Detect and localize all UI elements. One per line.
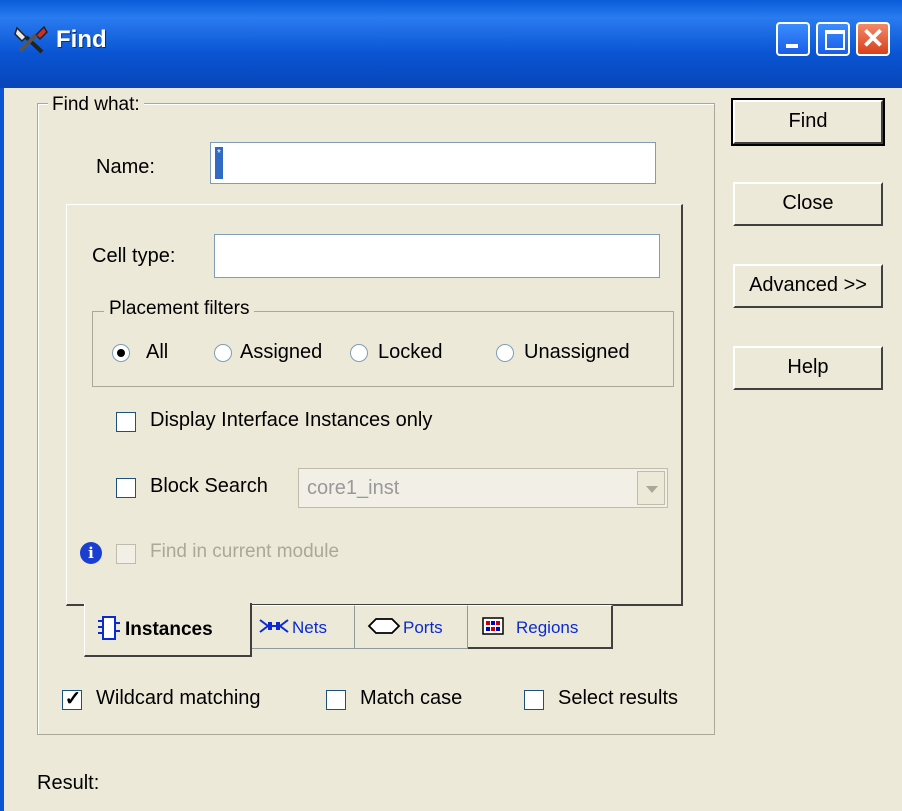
tab-nets[interactable]: Nets	[251, 605, 355, 649]
maximize-icon	[825, 30, 845, 50]
cell-type-label: Cell type:	[92, 245, 176, 267]
radio-unassigned-label[interactable]: Unassigned	[524, 341, 630, 364]
tab-regions-label: Regions	[516, 618, 579, 637]
maximize-button[interactable]	[816, 22, 850, 56]
radio-assigned[interactable]	[214, 344, 232, 362]
find-button[interactable]: Find	[731, 98, 885, 146]
radio-locked[interactable]	[350, 344, 368, 362]
window-border	[0, 88, 4, 811]
tab-instances-label: Instances	[125, 619, 213, 640]
radio-locked-label[interactable]: Locked	[378, 341, 443, 364]
info-icon: i	[80, 542, 102, 564]
title-bar[interactable]: Find ✕	[0, 0, 902, 88]
net-icon	[259, 619, 289, 633]
radio-all-label[interactable]: All	[146, 341, 168, 364]
name-label: Name:	[96, 156, 155, 178]
region-icon	[482, 617, 504, 635]
tab-regions[interactable]: Regions	[467, 605, 613, 649]
check-icon: ✓	[64, 688, 82, 710]
radio-unassigned[interactable]	[496, 344, 514, 362]
name-input-selection: *	[215, 147, 223, 179]
close-window-button[interactable]: ✕	[856, 22, 890, 56]
radio-assigned-label[interactable]: Assigned	[240, 341, 322, 364]
advanced-button[interactable]: Advanced >>	[733, 264, 883, 308]
tab-ports-label: Ports	[403, 618, 443, 637]
block-search-select[interactable]: core1_inst	[298, 468, 668, 508]
select-results-checkbox[interactable]	[524, 690, 544, 710]
close-icon: ✕	[861, 23, 885, 54]
window-title: Find	[56, 26, 107, 53]
tab-instances[interactable]: Instances	[84, 603, 252, 657]
minimize-button[interactable]	[776, 22, 810, 56]
radio-all[interactable]	[112, 344, 130, 362]
wildcard-label[interactable]: Wildcard matching	[96, 687, 261, 710]
name-input[interactable]: *	[210, 142, 656, 184]
minimize-icon	[786, 44, 798, 48]
find-in-module-label: Find in current module	[150, 541, 340, 562]
wildcard-checkbox[interactable]: ✓	[62, 688, 82, 710]
help-button[interactable]: Help	[733, 346, 883, 390]
tab-nets-label: Nets	[292, 618, 327, 637]
cell-type-input[interactable]	[214, 234, 660, 278]
display-interface-checkbox[interactable]	[116, 412, 136, 432]
block-search-label[interactable]: Block Search	[150, 475, 268, 498]
close-button[interactable]: Close	[733, 182, 883, 226]
match-case-label[interactable]: Match case	[360, 687, 462, 710]
find-in-module-checkbox	[116, 544, 136, 564]
block-search-value: core1_inst	[307, 477, 400, 499]
find-what-legend: Find what:	[48, 94, 144, 116]
block-search-checkbox[interactable]	[116, 478, 136, 498]
match-case-checkbox[interactable]	[326, 690, 346, 710]
placement-filters-legend: Placement filters	[104, 298, 255, 320]
port-icon	[367, 618, 401, 634]
display-interface-label[interactable]: Display Interface Instances only	[150, 409, 432, 432]
wrench-screwdriver-icon	[14, 25, 48, 54]
chevron-down-icon[interactable]	[637, 471, 665, 505]
tab-ports[interactable]: Ports	[354, 605, 468, 649]
result-label: Result:	[37, 772, 100, 794]
select-results-label[interactable]: Select results	[558, 687, 678, 710]
instance-icon	[98, 616, 120, 640]
